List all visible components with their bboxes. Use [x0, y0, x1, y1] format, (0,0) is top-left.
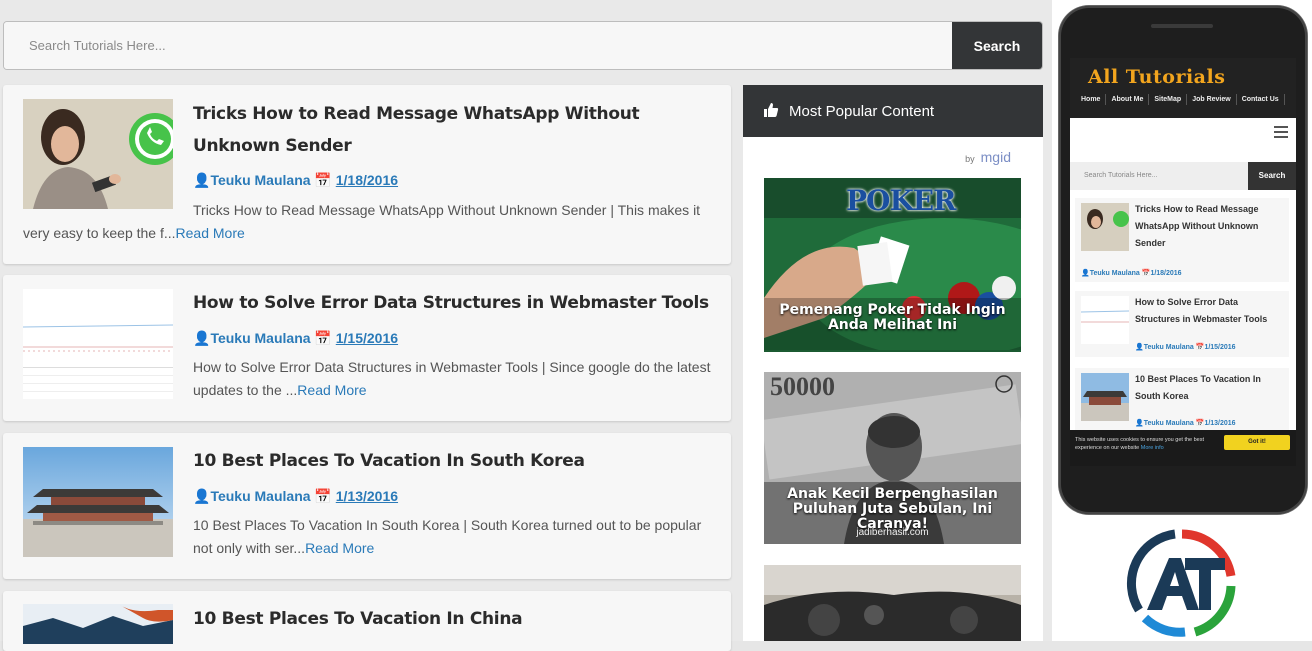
- mobile-post-date[interactable]: 1/13/2016: [1204, 420, 1235, 427]
- mobile-search-button[interactable]: Search: [1248, 162, 1296, 190]
- phone-screen: All Tutorials Home About Me SiteMap Job …: [1070, 58, 1296, 466]
- ad-item[interactable]: 50000 Anak Kecil Berpenghasilan Puluhan …: [764, 372, 1021, 544]
- post-author[interactable]: Teuku Maulana: [210, 172, 310, 188]
- cookie-message: This website uses cookies to ensure you …: [1075, 437, 1205, 451]
- calendar-icon: 📅: [314, 488, 332, 504]
- mobile-post-title[interactable]: 10 Best Places To Vacation In South Kore…: [1135, 371, 1285, 405]
- banknote-number: 50000: [770, 372, 835, 401]
- post-meta: 👤Teuku Maulana 📅 1/15/2016: [193, 330, 398, 347]
- by-label: by: [965, 154, 975, 164]
- cookie-banner: This website uses cookies to ensure you …: [1070, 430, 1296, 466]
- mobile-post-thumbnail[interactable]: [1081, 296, 1129, 344]
- user-icon: 👤: [193, 488, 211, 504]
- popular-content-panel: by mgid POKER Pemenang Poker Tidak Ingin …: [743, 137, 1043, 641]
- search-button[interactable]: Search: [952, 22, 1042, 69]
- read-more-link[interactable]: Read More: [176, 225, 245, 241]
- post-date[interactable]: 1/15/2016: [336, 330, 398, 346]
- post-excerpt-text: 10 Best Places To Vacation In South Kore…: [193, 517, 702, 556]
- ad-caption[interactable]: Anak Kecil Berpenghasilan Puluhan Juta S…: [764, 487, 1021, 532]
- mgid-logo: mgid: [980, 149, 1011, 165]
- mobile-post-card[interactable]: How to Solve Error Data Structures in We…: [1075, 291, 1289, 357]
- mobile-post-author[interactable]: Teuku Maulana: [1090, 270, 1140, 277]
- post-card: How to Solve Error Data Structures in We…: [3, 275, 731, 421]
- mobile-post-title[interactable]: Tricks How to Read Message WhatsApp With…: [1135, 201, 1285, 252]
- post-title[interactable]: How to Solve Error Data Structures in We…: [193, 287, 713, 319]
- post-card: Tricks How to Read Message WhatsApp With…: [3, 85, 731, 264]
- post-meta: 👤Teuku Maulana 📅 1/13/2016: [193, 488, 398, 505]
- post-title[interactable]: Tricks How to Read Message WhatsApp With…: [193, 98, 673, 162]
- mobile-post-author[interactable]: Teuku Maulana: [1144, 344, 1194, 351]
- search-input[interactable]: [4, 22, 954, 69]
- post-thumbnail[interactable]: [23, 99, 173, 209]
- mobile-header: All Tutorials Home About Me SiteMap Job …: [1070, 58, 1296, 118]
- user-icon: 👤: [1135, 420, 1144, 427]
- post-excerpt: Tricks How to Read Message WhatsApp With…: [23, 199, 713, 244]
- calendar-icon: 📅: [314, 172, 332, 188]
- mobile-nav-item[interactable]: Home: [1076, 94, 1107, 105]
- ad-caption[interactable]: Pemenang Poker Tidak Ingin Anda Melihat …: [764, 303, 1021, 333]
- all-tutorials-brand-logo: [1126, 529, 1236, 637]
- cookie-accept-button[interactable]: Got it!: [1224, 435, 1290, 450]
- thumbs-up-icon: [764, 103, 779, 117]
- mobile-search-input[interactable]: Search Tutorials Here...: [1084, 172, 1158, 179]
- user-icon: 👤: [1081, 270, 1090, 277]
- mgid-badge[interactable]: by mgid: [965, 149, 1011, 165]
- mobile-post-meta: 👤Teuku Maulana 📅1/13/2016: [1135, 419, 1236, 427]
- mobile-post-title[interactable]: How to Solve Error Data Structures in We…: [1135, 294, 1285, 328]
- read-more-link[interactable]: Read More: [297, 382, 366, 398]
- search-bar: Search: [3, 21, 1043, 70]
- phone-speaker: [1151, 24, 1213, 28]
- mobile-post-card[interactable]: 10 Best Places To Vacation In South Kore…: [1075, 368, 1289, 430]
- hamburger-icon[interactable]: [1274, 126, 1288, 141]
- mobile-search-bar: Search Tutorials Here... Search: [1070, 162, 1296, 190]
- post-author[interactable]: Teuku Maulana: [210, 488, 310, 504]
- mobile-nav-item[interactable]: SiteMap: [1149, 94, 1188, 105]
- ad-item[interactable]: POKER Pemenang Poker Tidak Ingin Anda Me…: [764, 178, 1021, 352]
- post-meta: 👤Teuku Maulana 📅 1/18/2016: [193, 172, 398, 189]
- ad-item[interactable]: [764, 565, 1021, 641]
- main-content: Search Tricks How to Read Message WhatsA…: [0, 0, 1052, 651]
- mobile-post-meta: 👤Teuku Maulana 📅1/15/2016: [1135, 343, 1236, 351]
- mobile-nav-item[interactable]: Contact Us: [1237, 94, 1285, 105]
- post-card: 10 Best Places To Vacation In China: [3, 591, 731, 651]
- post-excerpt: How to Solve Error Data Structures in We…: [193, 356, 713, 401]
- post-thumbnail[interactable]: [23, 447, 173, 557]
- post-author[interactable]: Teuku Maulana: [210, 330, 310, 346]
- cookie-more-link[interactable]: More info: [1141, 445, 1164, 451]
- mobile-nav-item[interactable]: About Me: [1106, 94, 1150, 105]
- post-title[interactable]: 10 Best Places To Vacation In South Kore…: [193, 445, 713, 477]
- mobile-post-thumbnail[interactable]: [1081, 203, 1129, 251]
- phone-mockup: All Tutorials Home About Me SiteMap Job …: [1059, 6, 1307, 514]
- post-date[interactable]: 1/18/2016: [336, 172, 398, 188]
- poker-logo: POKER: [846, 184, 956, 217]
- post-thumbnail[interactable]: [23, 604, 173, 644]
- read-more-link[interactable]: Read More: [305, 540, 374, 556]
- calendar-icon: 📅: [314, 330, 332, 346]
- user-icon: 👤: [193, 330, 211, 346]
- user-icon: 👤: [193, 172, 211, 188]
- post-thumbnail[interactable]: [23, 289, 173, 399]
- mobile-post-card[interactable]: Tricks How to Read Message WhatsApp With…: [1075, 198, 1289, 282]
- mobile-nav: Home About Me SiteMap Job Review Contact…: [1076, 94, 1285, 105]
- phone-bottom-bezel: [1059, 474, 1307, 514]
- mobile-post-date[interactable]: 1/15/2016: [1204, 344, 1235, 351]
- post-excerpt: 10 Best Places To Vacation In South Kore…: [193, 514, 713, 559]
- mobile-nav-item[interactable]: Job Review: [1187, 94, 1237, 105]
- post-excerpt-text: How to Solve Error Data Structures in We…: [193, 359, 711, 398]
- user-icon: 👤: [1135, 344, 1144, 351]
- post-card: 10 Best Places To Vacation In South Kore…: [3, 433, 731, 579]
- cookie-text: This website uses cookies to ensure you …: [1075, 436, 1205, 452]
- mobile-post-date[interactable]: 1/18/2016: [1150, 270, 1181, 277]
- post-excerpt-text: Tricks How to Read Message WhatsApp With…: [23, 202, 701, 241]
- popular-content-header: Most Popular Content: [743, 85, 1043, 137]
- mobile-post-author[interactable]: Teuku Maulana: [1144, 420, 1194, 427]
- mobile-post-thumbnail[interactable]: [1081, 373, 1129, 421]
- mobile-site-logo[interactable]: All Tutorials: [1088, 66, 1225, 88]
- popular-content-title: Most Popular Content: [789, 103, 935, 120]
- mobile-post-meta: 👤Teuku Maulana 📅1/18/2016: [1081, 269, 1182, 277]
- post-date[interactable]: 1/13/2016: [336, 488, 398, 504]
- post-title[interactable]: 10 Best Places To Vacation In China: [193, 603, 713, 635]
- ad-source: jadiberhasil.com: [856, 527, 929, 538]
